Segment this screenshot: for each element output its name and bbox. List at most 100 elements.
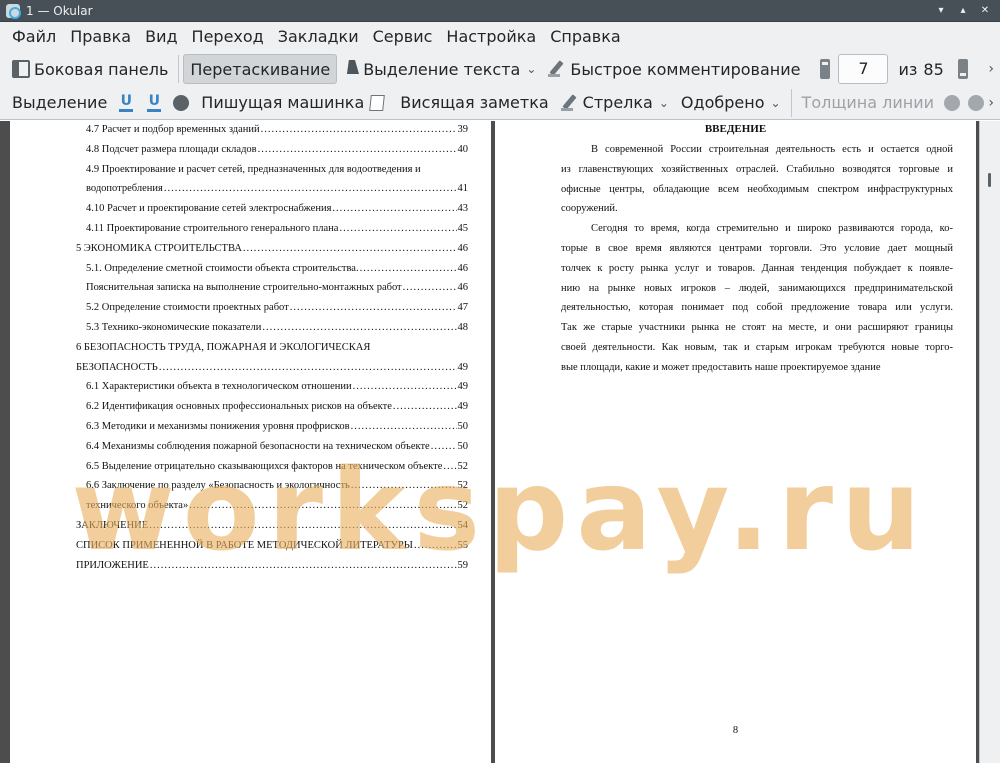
vertical-scrollbar[interactable] — [979, 121, 1000, 763]
okular-app-icon[interactable] — [6, 3, 21, 19]
toc-entry[interactable]: 4.8 Подсчет размера площади складов 40 — [86, 143, 468, 157]
toc-entry[interactable]: 4.9 Проектирование и расчет сетей, предн… — [86, 163, 468, 177]
toolbar-separator — [790, 88, 792, 117]
page-heading: ВВЕДЕНИЕ — [704, 123, 767, 135]
sidebar-button[interactable]: Боковая панель — [6, 54, 174, 84]
toc-entry-page: 50 — [457, 421, 469, 432]
stamp-tool-button[interactable]: Одобрено ⌄ — [675, 88, 787, 118]
arrow-pen-icon — [560, 94, 579, 112]
toc-entry-page: 52 — [457, 500, 469, 512]
document-view[interactable]: 4.7 Расчет и подбор временных зданий39 4.… — [0, 121, 1000, 763]
chevron-down-icon[interactable]: ⌄ — [770, 96, 780, 110]
underline-icon[interactable]: U — [119, 94, 134, 112]
toc-leader-dots — [332, 202, 456, 216]
popup-note-tool-button[interactable]: Висящая заметка — [394, 88, 554, 118]
toc-leader-dots — [258, 143, 457, 157]
toc-entry[interactable]: 4.11 Проектирование строительного генера… — [86, 222, 468, 236]
toc-entry-page: 46 — [457, 242, 469, 254]
toc-entry[interactable]: 6.1 Характеристики объекта в технологиче… — [86, 380, 468, 394]
toc-entry-title: 5 ЭКОНОМИКА СТРОИТЕЛЬСТВА — [76, 242, 242, 254]
opacity-icon[interactable] — [968, 94, 985, 111]
toc-entry[interactable]: водопотребления 41 — [86, 182, 468, 196]
toc-leader-dots — [262, 321, 456, 335]
toc-entry[interactable]: технического объекта» 52 — [86, 499, 468, 513]
chevron-down-icon[interactable]: ⌄ — [526, 62, 536, 76]
menu-help[interactable]: Справка — [543, 23, 628, 51]
toc-entry-title: 6.4 Механизмы соблюдения пожарной безопа… — [86, 440, 430, 452]
note-icon[interactable] — [369, 94, 386, 111]
cursor-icon — [347, 60, 359, 78]
toc-entry[interactable]: 4.10 Расчет и проектирование сетей элект… — [86, 202, 468, 216]
arrow-tool-button[interactable]: Стрелка ⌄ — [555, 88, 675, 118]
toc-leader-dots — [243, 242, 457, 256]
page-of-label: из — [898, 59, 918, 79]
menu-edit[interactable]: Правка — [63, 23, 138, 51]
toc-leader-dots — [261, 123, 457, 137]
scrollbar-thumb[interactable] — [988, 173, 991, 187]
toc-entry[interactable]: 5 ЭКОНОМИКА СТРОИТЕЛЬСТВА 46 — [76, 242, 468, 256]
close-icon[interactable]: ✕ — [978, 4, 992, 18]
menu-go[interactable]: Переход — [185, 23, 271, 51]
highlight-label: Выделение — [12, 93, 108, 112]
toc-entry[interactable]: 6 БЕЗОПАСНОСТЬ ТРУДА, ПОЖАРНАЯ И ЭКОЛОГИ… — [76, 341, 468, 355]
toc-entry[interactable]: ПРИЛОЖЕНИЕ 59 — [76, 559, 468, 573]
menu-settings[interactable]: Настройка — [439, 23, 543, 51]
toc-entry[interactable]: Пояснительная записка на выполнение стро… — [86, 281, 468, 295]
page-navigation: 7 из 85 — [812, 54, 975, 84]
menu-tools[interactable]: Сервис — [366, 23, 440, 51]
page-number-input[interactable]: 7 — [838, 54, 889, 84]
toc-entry-title: ЗАКЛЮЧЕНИЕ — [76, 520, 149, 531]
toc-entry-page: 40 — [457, 143, 469, 155]
toc-entry[interactable]: 5.2 Определение стоимости проектных рабо… — [86, 301, 468, 315]
toc-entry[interactable]: 5.3 Технико-экономические показатели 48 — [86, 321, 468, 335]
toolbar-overflow-icon[interactable]: › — [988, 95, 994, 111]
highlight-tool-button[interactable]: Выделение — [6, 88, 113, 118]
menu-bookmarks[interactable]: Закладки — [271, 23, 366, 51]
quick-annotations-button[interactable]: Быстрое комментирование — [542, 54, 806, 84]
toc-entry[interactable]: 5.1. Определение сметной стоимости объек… — [86, 262, 468, 276]
squiggle-underline-icon[interactable]: U — [147, 94, 162, 112]
menu-file[interactable]: Файл — [0, 23, 63, 51]
toc-entry-page: 52 — [457, 460, 469, 472]
stamp-label: Одобрено — [680, 93, 765, 112]
document-page-right: ВВЕДЕНИЕ В современной России строительн… — [495, 121, 976, 763]
toc-entry[interactable]: 6.6 Заключение по разделу «Безопасность … — [86, 479, 468, 493]
toc-entry[interactable]: БЕЗОПАСНОСТЬ 49 — [76, 361, 468, 375]
chevron-down-icon[interactable]: ⌄ — [659, 96, 669, 110]
document-page-left: 4.7 Расчет и подбор временных зданий39 4.… — [10, 121, 491, 763]
toc-entry[interactable]: ЗАКЛЮЧЕНИЕ 54 — [76, 519, 468, 533]
toc-leader-dots — [290, 301, 457, 315]
window-title: 1 — Okular — [26, 3, 93, 18]
browse-tool-button[interactable]: Перетаскивание — [183, 54, 338, 84]
toc-entry-page: 41 — [457, 183, 469, 195]
toc-entry[interactable]: 6.5 Выделение отрицательно сказывающихся… — [86, 460, 468, 474]
toc-entry[interactable]: 6.3 Методики и механизмы понижения уровн… — [86, 420, 468, 434]
toc-leader-dots — [159, 361, 457, 375]
toolbar-overflow-icon[interactable]: › — [988, 61, 994, 77]
minimize-icon[interactable]: ▾ — [934, 4, 948, 18]
typewriter-label: Пишущая машинка — [201, 93, 365, 112]
toc-entry[interactable]: СПИСОК ПРИМЕНЕННОЙ В РАБОТЕ МЕТОДИЧЕСКОЙ… — [76, 539, 468, 553]
menu-view[interactable]: Вид — [138, 23, 184, 51]
next-page-icon[interactable] — [957, 59, 968, 79]
toc-entry-page: 48 — [457, 322, 469, 333]
strikeout-icon[interactable] — [173, 94, 190, 111]
toc-entry[interactable]: 6.2 Идентификация основных профессиональ… — [86, 400, 468, 414]
color-icon[interactable] — [944, 94, 961, 111]
typewriter-tool-button[interactable]: Пишущая машинка — [195, 88, 370, 118]
body-text-line: вые площади, какие и может предоставить … — [561, 361, 881, 373]
toolbar-separator — [178, 55, 180, 83]
toc-entry-page: 49 — [457, 361, 469, 373]
body-text-line: деятельностью, которая понимает под собо… — [561, 302, 953, 314]
toc-leader-dots — [443, 460, 456, 474]
maximize-icon[interactable]: ▴ — [956, 4, 970, 18]
toc-leader-dots — [150, 559, 457, 573]
previous-page-icon[interactable] — [820, 59, 831, 79]
toc-entry[interactable]: 6.4 Механизмы соблюдения пожарной безопа… — [86, 440, 468, 454]
toc-entry-page: 39 — [457, 124, 469, 135]
text-selection-tool-button[interactable]: Выделение текста ⌄ — [341, 54, 542, 84]
toc-entry-title: 4.8 Подсчет размера площади складов — [86, 143, 257, 155]
toc-entry[interactable]: 4.7 Расчет и подбор временных зданий 39 — [86, 123, 468, 137]
arrow-label: Стрелка — [582, 93, 653, 112]
line-width-button[interactable]: Толщина линии — [796, 88, 941, 118]
